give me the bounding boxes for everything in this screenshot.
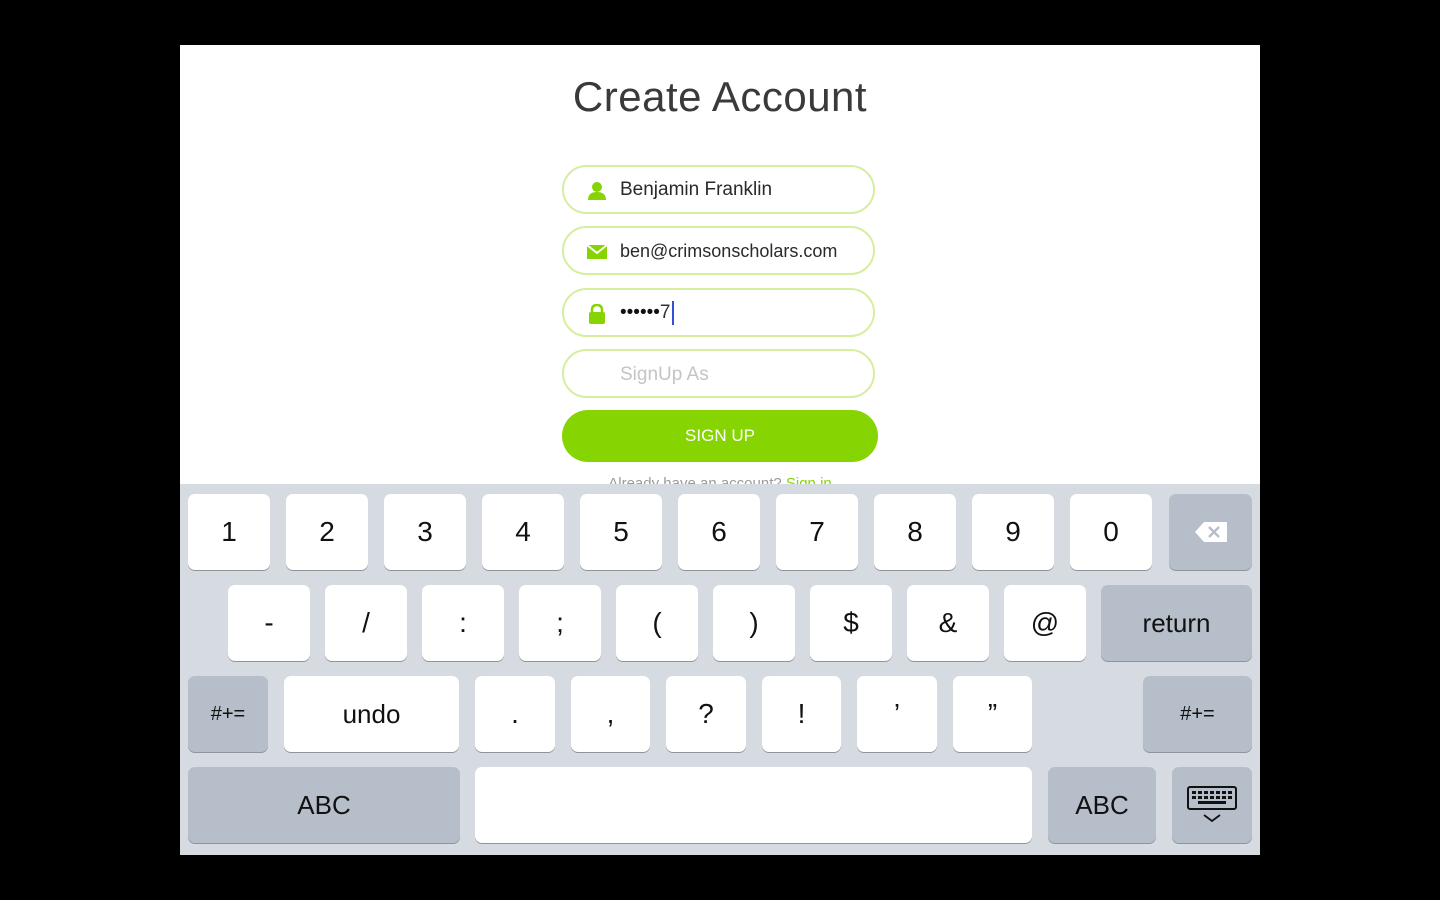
signup-as-select[interactable]: SignUp As [562, 349, 875, 398]
abc-key-left[interactable]: ABC [188, 767, 460, 843]
backspace-key[interactable] [1169, 494, 1252, 570]
key-3[interactable]: 3 [384, 494, 466, 570]
key-close-paren[interactable]: ) [713, 585, 795, 661]
password-field[interactable]: ••••••7 [562, 288, 875, 337]
backspace-icon [1194, 522, 1227, 542]
key-quote[interactable]: ” [953, 676, 1032, 752]
key-8[interactable]: 8 [874, 494, 956, 570]
key-6[interactable]: 6 [678, 494, 760, 570]
onscreen-keyboard: 1 2 3 4 5 6 7 8 9 0 - / : ; ( ) $ & @ re… [180, 484, 1260, 855]
user-icon [588, 182, 606, 200]
key-slash[interactable]: / [325, 585, 407, 661]
key-4[interactable]: 4 [482, 494, 564, 570]
key-2[interactable]: 2 [286, 494, 368, 570]
key-semicolon[interactable]: ; [519, 585, 601, 661]
signup-screen: Create Account Benjamin Franklin ben@cri… [180, 45, 1260, 855]
key-dollar[interactable]: $ [810, 585, 892, 661]
space-key[interactable] [475, 767, 1032, 843]
signup-button[interactable]: SIGN UP [562, 410, 878, 462]
name-field[interactable]: Benjamin Franklin [562, 165, 875, 214]
text-caret [671, 300, 674, 325]
key-ampersand[interactable]: & [907, 585, 989, 661]
undo-key[interactable]: undo [284, 676, 459, 752]
keyboard-hide-icon [1187, 786, 1237, 823]
return-key[interactable]: return [1101, 585, 1252, 661]
key-dash[interactable]: - [228, 585, 310, 661]
key-apostrophe[interactable]: ’ [857, 676, 937, 752]
key-7[interactable]: 7 [776, 494, 858, 570]
email-input[interactable]: ben@crimsonscholars.com [620, 228, 837, 274]
name-input[interactable]: Benjamin Franklin [620, 167, 772, 213]
key-colon[interactable]: : [422, 585, 504, 661]
hide-keyboard-key[interactable] [1172, 767, 1252, 843]
lock-icon [589, 304, 605, 324]
key-open-paren[interactable]: ( [616, 585, 698, 661]
key-at[interactable]: @ [1004, 585, 1086, 661]
password-input[interactable]: ••••••7 [620, 290, 674, 336]
password-mask: •••••• [620, 302, 660, 323]
key-5[interactable]: 5 [580, 494, 662, 570]
key-1[interactable]: 1 [188, 494, 270, 570]
key-0[interactable]: 0 [1070, 494, 1152, 570]
signup-as-placeholder: SignUp As [620, 364, 709, 385]
email-field[interactable]: ben@crimsonscholars.com [562, 226, 875, 275]
key-exclamation[interactable]: ! [762, 676, 841, 752]
key-9[interactable]: 9 [972, 494, 1054, 570]
key-question[interactable]: ? [666, 676, 746, 752]
page-title: Create Account [572, 73, 868, 120]
password-last-char: 7 [659, 302, 671, 323]
mail-icon [586, 244, 608, 259]
key-period[interactable]: . [475, 676, 555, 752]
symbols-key-right[interactable]: #+= [1143, 676, 1252, 752]
key-comma[interactable]: , [571, 676, 650, 752]
symbols-key-left[interactable]: #+= [188, 676, 268, 752]
abc-key-right[interactable]: ABC [1048, 767, 1156, 843]
